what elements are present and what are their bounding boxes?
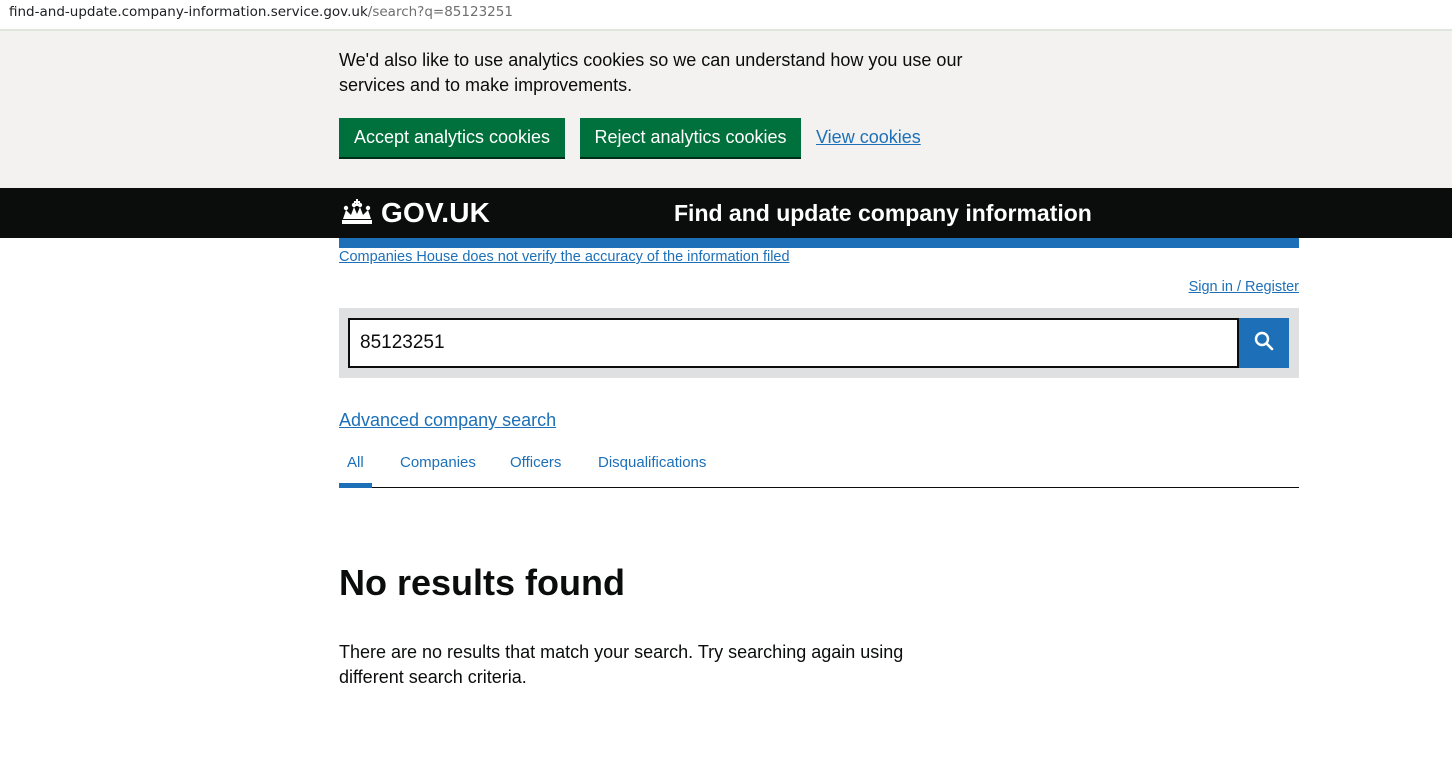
advanced-company-search-link[interactable]: Advanced company search xyxy=(339,410,556,431)
url-path: /search?q=85123251 xyxy=(367,4,513,20)
service-name-link[interactable]: Find and update company information xyxy=(674,200,1092,227)
accuracy-notice-link[interactable]: Companies House does not verify the accu… xyxy=(339,249,790,265)
cookie-banner: We'd also like to use analytics cookies … xyxy=(0,31,1452,188)
search-icon xyxy=(1254,331,1274,356)
search-panel xyxy=(339,308,1299,378)
header-accent-strip xyxy=(339,238,1299,248)
logo-text: GOV.UK xyxy=(381,197,491,228)
tab-all[interactable]: All xyxy=(347,454,364,471)
reject-analytics-cookies-button[interactable]: Reject analytics cookies xyxy=(580,118,801,157)
url-host: find-and-update.company-information.serv… xyxy=(9,4,368,20)
site-header: GOV.UK Find and update company informati… xyxy=(0,188,1452,238)
search-tabs: All Companies Officers Disqualifications xyxy=(339,448,1299,488)
crown-icon xyxy=(339,199,375,227)
govuk-logo-link[interactable]: GOV.UK xyxy=(339,197,491,228)
search-button[interactable] xyxy=(1239,318,1289,368)
accept-analytics-cookies-button[interactable]: Accept analytics cookies xyxy=(339,118,565,157)
active-tab-indicator xyxy=(339,483,372,488)
no-results-message: There are no results that match your sea… xyxy=(339,642,904,687)
view-cookies-link[interactable]: View cookies xyxy=(816,127,921,148)
no-results-heading: No results found xyxy=(339,562,625,603)
sign-in-register-link[interactable]: Sign in / Register xyxy=(1189,279,1299,295)
cookie-banner-text: We'd also like to use analytics cookies … xyxy=(339,50,963,95)
search-input[interactable] xyxy=(348,318,1239,368)
tab-disqualifications[interactable]: Disqualifications xyxy=(598,454,706,471)
tab-companies[interactable]: Companies xyxy=(400,454,476,471)
address-bar[interactable]: find-and-update.company-information.serv… xyxy=(0,0,1452,31)
tab-officers[interactable]: Officers xyxy=(510,454,561,471)
